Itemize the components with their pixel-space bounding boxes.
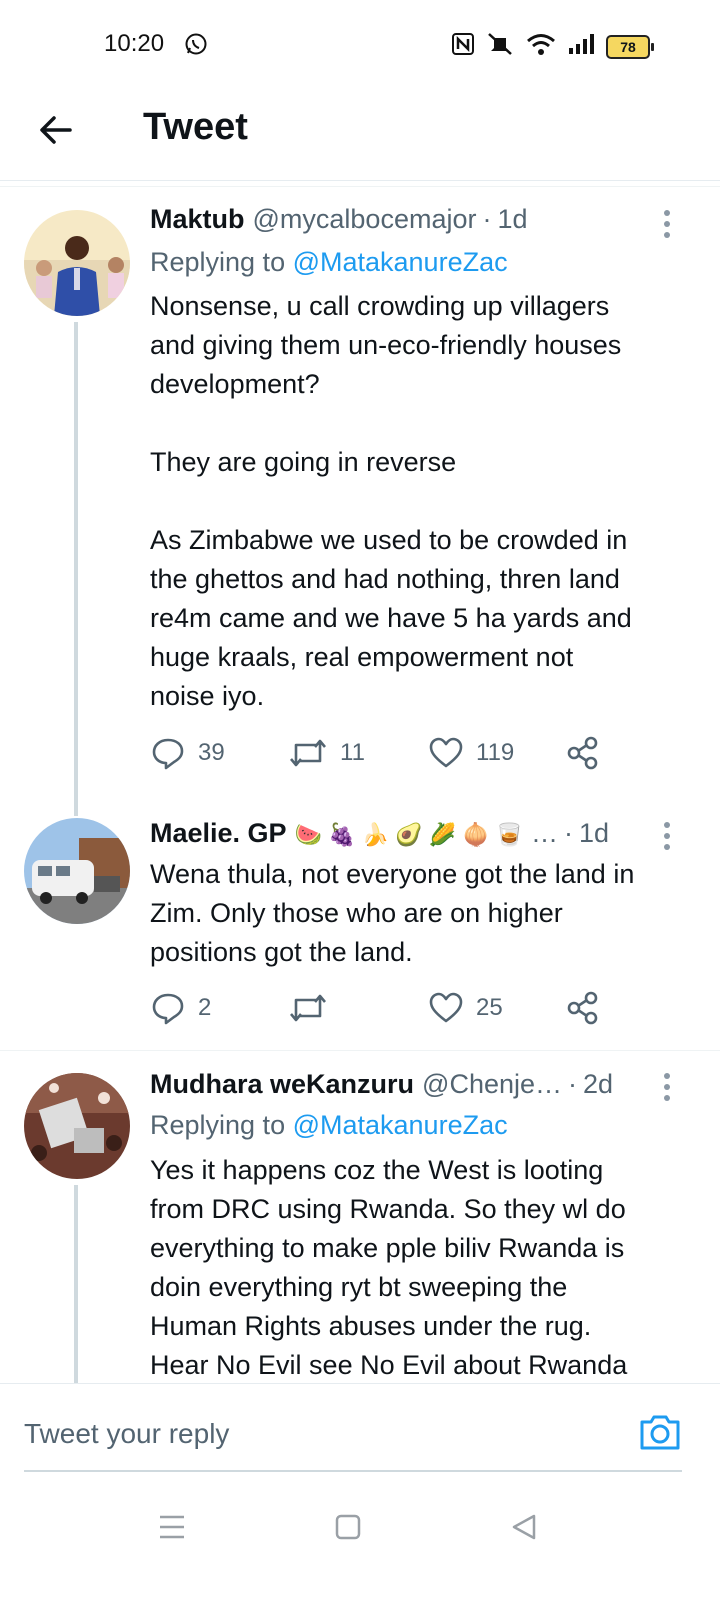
replying-to-link[interactable]: @MatakanureZac	[293, 1110, 508, 1140]
reply-composer: Tweet your reply	[0, 1383, 720, 1479]
share-icon	[567, 736, 598, 770]
like-count: 25	[476, 994, 503, 1021]
menu-icon	[160, 1515, 184, 1539]
camera-icon	[640, 1415, 680, 1450]
tweet-text: Nonsense, u call crowding up villagers a…	[150, 291, 632, 711]
like-button[interactable]: 25	[428, 990, 503, 1026]
back-nav-button[interactable]	[510, 1512, 538, 1547]
whatsapp-icon	[184, 32, 208, 61]
replying-to: Replying to @MatakanureZac	[150, 247, 508, 278]
input-underline	[24, 1470, 682, 1472]
author-emojis: 🍉 🍇 🍌 🥑 🌽 🧅 🥃	[294, 822, 523, 847]
app-header: Tweet	[0, 92, 720, 180]
replying-prefix: Replying to	[150, 247, 293, 277]
avatar[interactable]	[24, 1073, 130, 1179]
camera-button[interactable]	[638, 1412, 682, 1457]
more-options-icon[interactable]	[664, 822, 672, 855]
tweet-text: Wena thula, not everyone got the land in…	[150, 859, 635, 967]
tweet-time: 1d	[578, 818, 610, 848]
reply-count: 39	[198, 739, 225, 766]
arrow-left-icon	[40, 116, 72, 144]
author-name[interactable]: Maktub	[150, 204, 245, 235]
meta-separator: ·	[482, 204, 492, 234]
retweet-icon	[290, 994, 326, 1022]
mute-icon	[486, 32, 514, 61]
author-handle[interactable]: @Chenje…	[422, 1069, 562, 1100]
comment-icon	[152, 738, 184, 770]
heart-icon	[429, 992, 463, 1023]
author-name[interactable]: Mudhara weKanzuru	[150, 1069, 414, 1100]
avatar[interactable]	[24, 210, 130, 316]
reply-button[interactable]: 39	[150, 735, 225, 771]
author-handle[interactable]: @mycalbocemajor	[253, 204, 477, 235]
retweet-button[interactable]: 11	[288, 735, 365, 771]
wifi-icon	[526, 33, 556, 60]
tweet-actions: 39 11 119	[150, 735, 610, 775]
meta-separator: ·	[563, 818, 573, 848]
status-bar: 10:20 78	[0, 0, 720, 92]
tweet[interactable]: Maelie. GP 🍉 🍇 🍌 🥑 🌽 🧅 🥃 … · 1d Wena thu…	[0, 800, 720, 1050]
signal-icon	[568, 33, 594, 60]
more-options-icon[interactable]	[664, 1073, 672, 1106]
tweet[interactable]: Maktub @mycalbocemajor · 1d Replying to …	[0, 190, 720, 816]
thread-line	[74, 1185, 78, 1383]
tweet[interactable]: Mudhara weKanzuru @Chenje… · 2d Replying…	[0, 1051, 720, 1383]
replying-prefix: Replying to	[150, 1110, 293, 1140]
retweet-count: 11	[340, 739, 365, 766]
author-name[interactable]: Maelie. GP	[150, 818, 287, 849]
replying-to-link[interactable]: @MatakanureZac	[293, 247, 508, 277]
share-button[interactable]	[566, 735, 600, 771]
home-button[interactable]	[334, 1512, 362, 1547]
retweet-icon	[290, 739, 326, 767]
more-options-icon[interactable]	[664, 210, 672, 243]
reply-count: 2	[198, 994, 212, 1021]
retweet-button[interactable]	[288, 990, 340, 1026]
battery-icon: 78	[606, 34, 654, 59]
divider	[0, 180, 720, 181]
like-count: 119	[476, 739, 515, 766]
meta-separator: ·	[568, 1069, 578, 1099]
share-icon	[567, 991, 598, 1025]
reply-button[interactable]: 2	[150, 990, 211, 1026]
like-button[interactable]: 119	[428, 735, 514, 771]
tweet-meta: Mudhara weKanzuru @Chenje… · 2d	[150, 1069, 654, 1100]
tweet-actions: 2 25	[150, 990, 610, 1030]
tweet-meta: Maktub @mycalbocemajor · 1d	[150, 204, 654, 235]
heart-icon	[429, 737, 463, 768]
tweet-text: Yes it happens coz the West is looting f…	[150, 1155, 628, 1380]
tweet-meta: Maelie. GP 🍉 🍇 🍌 🥑 🌽 🧅 🥃 … · 1d	[150, 818, 664, 849]
tweet-time: 1d	[497, 204, 528, 234]
thread-line	[74, 322, 78, 816]
page-title: Tweet	[143, 106, 248, 148]
square-icon	[335, 1514, 361, 1540]
share-button[interactable]	[566, 990, 600, 1026]
nfc-icon	[452, 33, 474, 60]
reply-input[interactable]: Tweet your reply	[24, 1418, 229, 1450]
triangle-back-icon	[512, 1514, 536, 1540]
replying-to: Replying to @MatakanureZac	[150, 1110, 508, 1141]
author-handle[interactable]: …	[531, 818, 558, 849]
comment-icon	[152, 993, 184, 1025]
system-nav-bar	[0, 1490, 720, 1600]
avatar[interactable]	[24, 818, 130, 924]
recent-apps-button[interactable]	[158, 1512, 186, 1547]
divider	[0, 186, 720, 187]
tweet-time: 2d	[583, 1069, 614, 1099]
status-time: 10:20	[104, 30, 165, 57]
back-button[interactable]	[36, 110, 76, 150]
